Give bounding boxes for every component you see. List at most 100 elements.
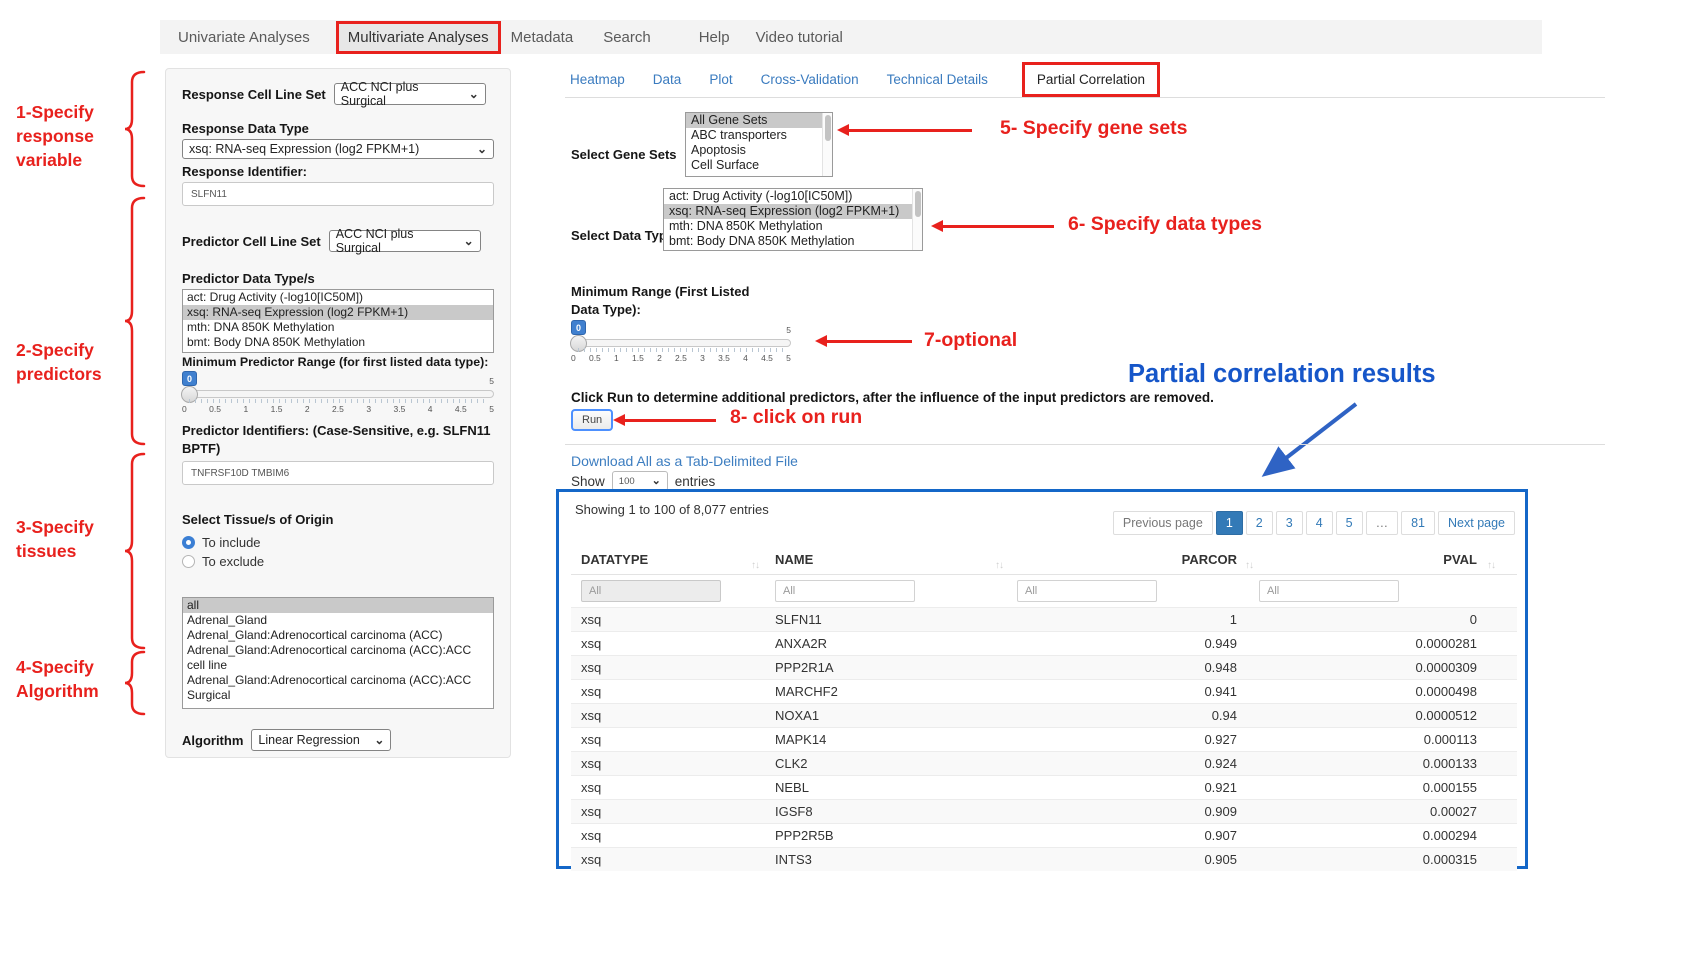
scrollbar-thumb[interactable]: [915, 191, 921, 217]
tab-plot[interactable]: Plot: [709, 72, 732, 87]
listbox-option[interactable]: mth: DNA 850K Methylation: [664, 219, 922, 234]
tab-cross-validation[interactable]: Cross-Validation: [761, 72, 859, 87]
annotation-step7: 7-optional: [924, 329, 1017, 352]
page-button-1[interactable]: 1: [1216, 511, 1243, 535]
listbox-option[interactable]: Apoptosis: [686, 143, 832, 158]
tick-label: 0.5: [589, 353, 601, 363]
nav-multivariate-analyses-highlight[interactable]: Multivariate Analyses: [336, 21, 501, 54]
response-data-type-select[interactable]: xsq: RNA-seq Expression (log2 FPKM+1) ⌄: [182, 139, 494, 159]
tab-data[interactable]: Data: [653, 72, 682, 87]
listbox-option[interactable]: Cell Surface: [686, 158, 832, 173]
column-header-parcor[interactable]: PARCOR ↑↓: [1009, 552, 1251, 567]
listbox-option[interactable]: Adrenal_Gland:Adrenocortical carcinoma (…: [183, 643, 493, 673]
listbox-option-selected[interactable]: xsq: RNA-seq Expression (log2 FPKM+1): [664, 204, 922, 219]
listbox-option-selected[interactable]: All Gene Sets: [686, 113, 832, 128]
scrollbar[interactable]: [822, 113, 832, 176]
table-row: xsqNOXA10.940.0000512: [571, 703, 1517, 727]
response-cell-line-set-select[interactable]: ACC NCI plus Surgical ⌄: [334, 83, 486, 105]
listbox-option[interactable]: Adrenal_Gland:Adrenocortical carcinoma (…: [183, 628, 493, 643]
results-arrow-icon: [1252, 396, 1372, 488]
previous-page-button[interactable]: Previous page: [1113, 511, 1213, 535]
slider-max-label: 5: [489, 376, 494, 386]
page-button-4[interactable]: 4: [1306, 511, 1333, 535]
chevron-down-icon: ⌄: [374, 735, 384, 745]
listbox-option[interactable]: mth: DNA 850K Methylation: [183, 320, 493, 335]
listbox-option[interactable]: bmt: Body DNA 850K Methylation: [664, 234, 922, 249]
cell-parcor: 0.94: [1009, 708, 1251, 723]
table-summary: Showing 1 to 100 of 8,077 entries: [575, 502, 769, 517]
slider-track[interactable]: [182, 390, 494, 398]
show-label: Show: [571, 474, 605, 489]
listbox-option-selected[interactable]: all: [183, 598, 493, 613]
filter-input-datatype[interactable]: All: [581, 580, 721, 602]
predictor-identifiers-input[interactable]: TNFRSF10D TMBIM6: [182, 461, 494, 485]
tissue-exclude-radio[interactable]: [182, 555, 195, 568]
listbox-option-selected[interactable]: xsq: RNA-seq Expression (log2 FPKM+1): [183, 305, 493, 320]
column-header-pval[interactable]: PVAL ↑↓: [1251, 552, 1517, 567]
cell-name: NOXA1: [767, 708, 1009, 723]
page-length-value: 100: [619, 476, 635, 487]
cell-pval: 0.000113: [1251, 732, 1517, 747]
page-button-3[interactable]: 3: [1276, 511, 1303, 535]
tab-partial-correlation[interactable]: Partial Correlation: [1037, 72, 1145, 87]
sort-icon[interactable]: ↑↓: [995, 560, 1003, 571]
results-title-annotation: Partial correlation results: [1128, 360, 1436, 389]
cell-pval: 0.00027: [1251, 804, 1517, 819]
slider-track[interactable]: [571, 339, 791, 347]
page-button-2[interactable]: 2: [1246, 511, 1273, 535]
table-row: xsqINTS30.9050.000315: [571, 847, 1517, 871]
tab-heatmap[interactable]: Heatmap: [570, 72, 625, 87]
response-identifier-input[interactable]: SLFN11: [182, 182, 494, 206]
arrow-step6-icon: [942, 225, 1054, 228]
nav-multivariate-analyses[interactable]: Multivariate Analyses: [348, 29, 489, 46]
cell-parcor: 0.924: [1009, 756, 1251, 771]
nav-video-tutorial[interactable]: Video tutorial: [756, 29, 843, 46]
table-row: xsqPPP2R1A0.9480.0000309: [571, 655, 1517, 679]
listbox-option[interactable]: Adrenal_Gland:Adrenocortical carcinoma (…: [183, 673, 493, 703]
filter-input-parcor[interactable]: All: [1017, 580, 1157, 602]
listbox-option[interactable]: ABC transporters: [686, 128, 832, 143]
tissue-include-radio[interactable]: [182, 536, 195, 549]
entries-label: entries: [675, 474, 716, 489]
column-header-name[interactable]: NAME ↑↓: [767, 552, 1009, 567]
annotation-step1: 1-Specify response variable: [16, 100, 94, 172]
sort-icon[interactable]: ↑↓: [1487, 560, 1495, 571]
table-header-row: DATATYPE ↑↓ NAME ↑↓ PARCOR ↑↓ PVAL ↑↓: [571, 544, 1517, 575]
listbox-option[interactable]: act: Drug Activity (-log10[IC50M]): [183, 290, 493, 305]
select-gene-sets-label: Select Gene Sets: [571, 147, 677, 162]
tick-label: 3: [366, 404, 371, 414]
page-length-select[interactable]: 100 ⌄: [612, 471, 668, 491]
run-button[interactable]: Run: [571, 409, 613, 431]
page-button-81[interactable]: 81: [1401, 511, 1435, 535]
listbox-option[interactable]: Adrenal_Gland: [183, 613, 493, 628]
nav-univariate-analyses[interactable]: Univariate Analyses: [178, 29, 310, 46]
cell-pval: 0.000155: [1251, 780, 1517, 795]
scrollbar-thumb[interactable]: [825, 115, 831, 141]
min-range-label: Minimum Range (First Listed Data Type):: [571, 283, 749, 319]
filter-input-name[interactable]: All: [775, 580, 915, 602]
listbox-option[interactable]: bmt: Body DNA 850K Methylation: [183, 335, 493, 350]
nav-metadata[interactable]: Metadata: [511, 29, 574, 46]
tick-label: 4.5: [761, 353, 773, 363]
filter-input-pval[interactable]: All: [1259, 580, 1399, 602]
predictor-cell-line-set-select[interactable]: ACC NCI plus Surgical ⌄: [329, 230, 481, 252]
cell-pval: 0.0000281: [1251, 636, 1517, 651]
cell-datatype: xsq: [571, 732, 767, 747]
annotation-step5: 5- Specify gene sets: [1000, 117, 1188, 140]
next-page-button[interactable]: Next page: [1438, 511, 1515, 535]
download-all-link[interactable]: Download All as a Tab-Delimited File: [571, 453, 798, 469]
cell-datatype: xsq: [571, 804, 767, 819]
tab-partial-correlation-highlight[interactable]: Partial Correlation: [1022, 62, 1160, 97]
column-header-datatype[interactable]: DATATYPE ↑↓: [571, 552, 767, 567]
tab-technical-details[interactable]: Technical Details: [887, 72, 988, 87]
annotation-step4: 4-Specify Algorithm: [16, 655, 99, 703]
page-button-5[interactable]: 5: [1336, 511, 1363, 535]
cell-parcor: 0.927: [1009, 732, 1251, 747]
listbox-option[interactable]: act: Drug Activity (-log10[IC50M]): [664, 189, 922, 204]
tick-label: 2.5: [675, 353, 687, 363]
sort-icon[interactable]: ↑↓: [751, 560, 759, 571]
nav-search[interactable]: Search: [603, 29, 651, 46]
scrollbar[interactable]: [912, 189, 922, 250]
nav-help[interactable]: Help: [699, 29, 730, 46]
algorithm-select[interactable]: Linear Regression ⌄: [251, 729, 391, 751]
